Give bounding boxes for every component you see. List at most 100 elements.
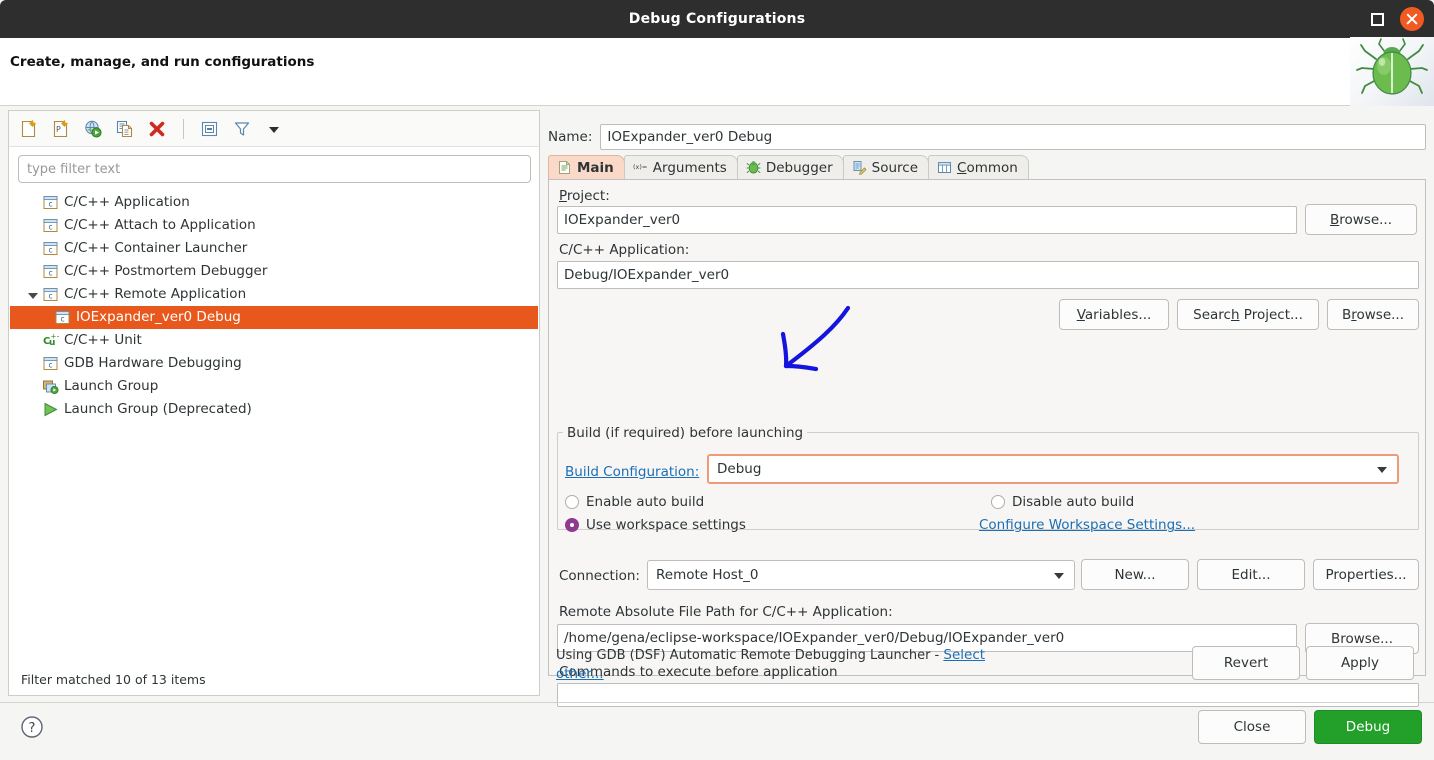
svg-text:c: c (48, 268, 52, 277)
configuration-editor-panel: Name: Main (x)= Arguments Debugger Source Com… (548, 110, 1426, 707)
application-browse-button[interactable]: Browse... (1327, 299, 1419, 330)
variables-button[interactable]: Variables... (1059, 299, 1169, 330)
tab-main[interactable]: Main (548, 155, 625, 179)
apply-button[interactable]: Apply (1306, 646, 1414, 680)
svg-text:P: P (56, 125, 61, 134)
project-label: Project: (559, 188, 610, 204)
svg-text:(x)=: (x)= (633, 163, 647, 171)
configurations-tree-panel: P type filter text c C/C++ Application c… (8, 110, 540, 696)
tree-item-ioexpander-ver0-debug[interactable]: c IOExpander_ver0 Debug (10, 306, 538, 329)
c-launch-icon: c (42, 194, 59, 211)
close-button[interactable]: Close (1198, 710, 1306, 744)
c-launch-icon: c (42, 263, 59, 280)
tree-item-launch-group[interactable]: Launch Group (10, 375, 538, 398)
close-icon[interactable] (1400, 7, 1424, 31)
search-input[interactable] (18, 155, 531, 183)
radio-disable-auto-build[interactable]: Disable auto build (991, 494, 1134, 510)
source-icon (852, 160, 867, 175)
common-table-icon (937, 160, 952, 175)
filter-status-label: Filter matched 10 of 13 items (21, 672, 206, 687)
radio-indicator (991, 495, 1005, 509)
new-launch-configuration-icon[interactable] (19, 119, 39, 139)
new-launch-group-icon[interactable] (83, 119, 103, 139)
application-label: C/C++ Application: (559, 242, 690, 258)
help-icon[interactable]: ? (20, 715, 43, 738)
tree-item-label: C/C++ Application (64, 193, 190, 210)
tree-item-c-c-unit[interactable]: Cu++C/C++ Unit (10, 329, 538, 352)
tab-label: Arguments (652, 159, 727, 176)
configuration-name-input[interactable] (600, 124, 1426, 150)
radio-enable-auto-build[interactable]: Enable auto build (565, 494, 704, 510)
tab-arguments[interactable]: (x)= Arguments (623, 155, 738, 179)
tree-item-gdb-hardware-debugging[interactable]: c GDB Hardware Debugging (10, 352, 538, 375)
duplicate-icon[interactable] (115, 119, 135, 139)
delete-icon[interactable] (147, 119, 167, 139)
tree-item-c-c-attach-to-application[interactable]: c C/C++ Attach to Application (10, 214, 538, 237)
c-launch-icon: c (54, 309, 71, 326)
chevron-down-icon (1377, 467, 1387, 473)
launcher-note: Using GDB (DSF) Automatic Remote Debuggi… (556, 646, 986, 684)
svg-text:c: c (48, 291, 52, 300)
tab-source[interactable]: Source (842, 155, 930, 179)
collapse-all-icon[interactable] (200, 119, 220, 139)
tab-label: Main (577, 159, 614, 176)
build-configuration-link[interactable]: Build Configuration: (565, 464, 699, 480)
tree-item-label: C/C++ Remote Application (64, 285, 247, 302)
toolbar-separator (183, 118, 184, 139)
search-project-button[interactable]: Search Project... (1177, 299, 1319, 330)
project-browse-button[interactable]: Browse... (1305, 204, 1417, 235)
configuration-tabs[interactable]: Main (x)= Arguments Debugger Source Common (548, 155, 1426, 180)
chevron-down-icon[interactable] (264, 119, 284, 139)
filter-icon[interactable] (232, 119, 252, 139)
commands-input[interactable] (557, 683, 1419, 707)
radio-use-workspace-settings[interactable]: Use workspace settings (565, 517, 746, 533)
c-launch-icon: c (42, 286, 59, 303)
application-input[interactable] (557, 261, 1419, 289)
connection-label: Connection: (559, 568, 640, 584)
c-launch-icon: c (42, 355, 59, 372)
connection-edit-button[interactable]: Edit... (1197, 559, 1305, 590)
tree-item-label: C/C++ Container Launcher (64, 239, 248, 256)
radio-label: Disable auto build (1012, 494, 1135, 510)
document-icon (557, 160, 572, 175)
green-bug-icon (1350, 37, 1434, 107)
configurations-tree[interactable]: c C/C++ Application c C/C++ Attach to Appli… (10, 191, 538, 669)
build-configuration-combo[interactable]: Debug (707, 454, 1399, 484)
configure-workspace-settings-link[interactable]: Configure Workspace Settings... (979, 517, 1195, 533)
tree-item-launch-group-deprecated[interactable]: Launch Group (Deprecated) (10, 398, 538, 421)
project-input[interactable] (557, 206, 1297, 234)
remote-path-label: Remote Absolute File Path for C/C++ Appl… (559, 604, 893, 620)
revert-button[interactable]: Revert (1192, 646, 1300, 680)
build-group-title: Build (if required) before launching (563, 425, 808, 441)
svg-text:c: c (48, 245, 52, 254)
tree-item-c-c-container-launcher[interactable]: c C/C++ Container Launcher (10, 237, 538, 260)
dialog-body: P type filter text c C/C++ Application c… (0, 106, 1434, 760)
window-titlebar: Debug Configurations (0, 0, 1434, 38)
connection-new-button[interactable]: New... (1081, 559, 1189, 590)
tab-label: Common (957, 159, 1018, 176)
connection-combo[interactable]: Remote Host_0 (647, 560, 1075, 590)
new-prototype-icon[interactable]: P (51, 119, 71, 139)
expand-arrow-icon[interactable] (26, 288, 40, 302)
radio-indicator (565, 518, 579, 532)
tree-item-c-c-postmortem-debugger[interactable]: c C/C++ Postmortem Debugger (10, 260, 538, 283)
tab-debugger[interactable]: Debugger (736, 155, 844, 179)
maximize-icon[interactable] (1371, 12, 1384, 26)
tree-item-label: Launch Group (Deprecated) (64, 400, 252, 417)
debug-button[interactable]: Debug (1314, 710, 1422, 744)
tree-item-c-c-application[interactable]: c C/C++ Application (10, 191, 538, 214)
cunit-icon: Cu++ (42, 332, 62, 349)
build-configuration-value: Debug (717, 461, 762, 477)
configuration-name-label: Name: (548, 129, 593, 145)
tree-item-label: IOExpander_ver0 Debug (76, 308, 241, 325)
tab-common[interactable]: Common (928, 155, 1029, 179)
dialog-header: Create, manage, and run configurations (0, 37, 1434, 107)
tree-item-c-c-remote-application[interactable]: c C/C++ Remote Application (10, 283, 538, 306)
connection-properties-button[interactable]: Properties... (1313, 559, 1419, 590)
